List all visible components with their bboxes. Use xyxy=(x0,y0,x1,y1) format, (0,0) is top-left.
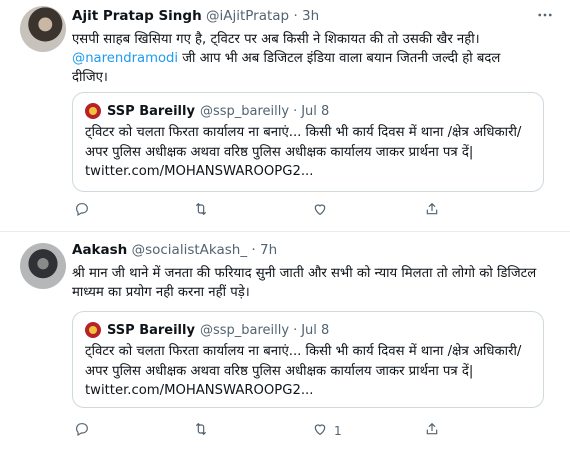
avatar[interactable] xyxy=(20,243,66,289)
share-icon xyxy=(424,421,440,441)
like-icon xyxy=(312,421,328,441)
tweet-time[interactable]: 7h xyxy=(260,242,277,258)
author-name[interactable]: Ajit Pratap Singh xyxy=(72,8,202,24)
author-handle[interactable]: @socialistAkash_ xyxy=(132,242,248,258)
separator-dot: · xyxy=(251,242,256,258)
share-button[interactable] xyxy=(424,201,440,221)
separator-dot: · xyxy=(293,322,298,338)
tweet[interactable]: Aakash @socialistAkash_ · 7h श्री मान जी… xyxy=(0,234,570,455)
tweet-text: एसपी साहब खिसिया गए है, ट्विटर पर अब किस… xyxy=(72,30,550,87)
share-button[interactable] xyxy=(424,421,440,441)
separator-dot: · xyxy=(293,8,298,24)
retweet-icon xyxy=(192,201,210,221)
reply-icon xyxy=(74,421,90,441)
quoted-author-name: SSP Bareilly xyxy=(107,103,195,119)
like-icon xyxy=(312,201,328,221)
tweet-text-fragment: जी आप भी अब डिजिटल इंडिया वाला बयान जितन… xyxy=(178,51,501,66)
like-count: 1 xyxy=(334,424,342,438)
retweet-button[interactable] xyxy=(192,201,216,221)
tweet-text-line: @narendramodi जी आप भी अब डिजिटल इंडिया … xyxy=(72,49,550,68)
tweet-text-line: एसपी साहब खिसिया गए है, ट्विटर पर अब किस… xyxy=(72,32,480,47)
avatar[interactable] xyxy=(20,6,66,52)
quoted-tweet-text: ट्विटर को चलता फिरता कार्यालय ना बनाएं..… xyxy=(85,125,522,179)
tweet-time[interactable]: 3h xyxy=(302,8,319,24)
quoted-tweet-time: Jul 8 xyxy=(301,103,330,119)
quoted-tweet-text: ट्विटर को चलता फिरता कार्यालय ना बनाएं..… xyxy=(85,344,522,398)
like-button[interactable] xyxy=(312,201,334,221)
tweet-actions: 1 xyxy=(72,421,438,441)
tweet-actions xyxy=(72,201,438,221)
quoted-tweet-time: Jul 8 xyxy=(301,322,330,338)
quoted-tweet[interactable]: SSP Bareilly @ssp_bareilly · Jul 8 ट्विट… xyxy=(72,92,544,192)
tweet-text: श्री मान जी थाने में जनता की फरियाद सुनी… xyxy=(72,266,537,300)
quoted-tweet-header: SSP Bareilly @ssp_bareilly · Jul 8 xyxy=(85,101,531,121)
quoted-author-handle: @ssp_bareilly xyxy=(199,103,290,119)
quoted-author-handle: @ssp_bareilly xyxy=(199,322,290,338)
reply-icon xyxy=(74,201,90,221)
more-options-icon[interactable] xyxy=(536,6,554,28)
quoted-tweet-header: SSP Bareilly @ssp_bareilly · Jul 8 xyxy=(85,320,531,340)
tweet-text-line: दीजिए। xyxy=(72,70,108,85)
reply-button[interactable] xyxy=(74,421,96,441)
quoted-avatar xyxy=(85,322,101,338)
share-icon xyxy=(424,201,440,221)
retweet-icon xyxy=(192,421,210,441)
like-button[interactable]: 1 xyxy=(312,421,342,441)
quoted-avatar xyxy=(85,103,101,119)
quoted-author-name: SSP Bareilly xyxy=(107,322,195,338)
separator-dot: · xyxy=(293,103,298,119)
tweet[interactable]: Ajit Pratap Singh @iAjitPratap · 3h एसपी… xyxy=(0,0,570,232)
tweet-header: Aakash @socialistAkash_ · 7h xyxy=(72,242,554,262)
author-handle[interactable]: @iAjitPratap xyxy=(206,8,289,24)
mention-link[interactable]: @narendramodi xyxy=(72,51,178,66)
author-name[interactable]: Aakash xyxy=(72,242,127,258)
reply-button[interactable] xyxy=(74,201,96,221)
tweet-header: Ajit Pratap Singh @iAjitPratap · 3h xyxy=(72,8,554,28)
tweet-divider xyxy=(0,231,570,232)
quoted-tweet[interactable]: SSP Bareilly @ssp_bareilly · Jul 8 ट्विट… xyxy=(72,311,544,408)
retweet-button[interactable] xyxy=(192,421,216,441)
